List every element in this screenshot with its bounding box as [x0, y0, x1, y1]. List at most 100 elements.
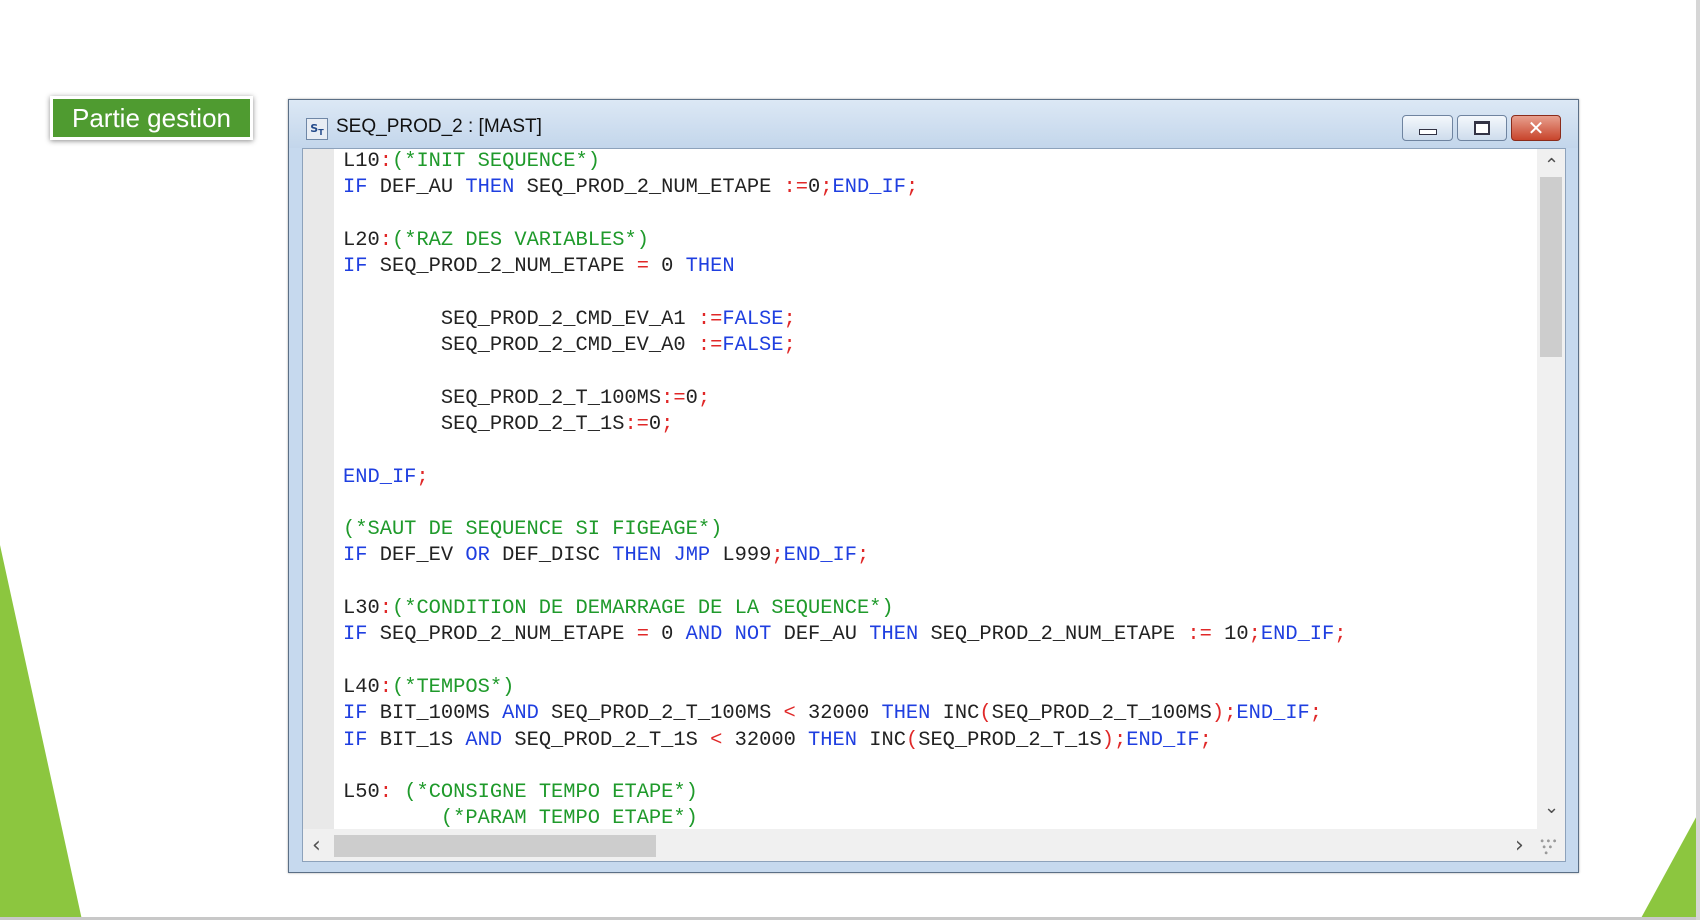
code-text: DEF_AU: [771, 623, 870, 647]
code-text: 0: [648, 255, 686, 279]
code-line[interactable]: (*PARAM TEMPO ETAPE*): [343, 806, 1463, 829]
code-line[interactable]: END_IF;: [343, 465, 1463, 491]
code-operator: ;: [697, 386, 711, 410]
code-text: SEQ_PROD_2_NUM_ETAPE: [514, 176, 784, 200]
code-line[interactable]: IF BIT_1S AND SEQ_PROD_2_T_1S < 32000 TH…: [343, 728, 1463, 754]
resize-grip-icon[interactable]: ∙∙∙ ∙∙ ∙: [1539, 837, 1558, 859]
code-operator: ;: [1334, 623, 1347, 647]
code-text: 0: [685, 386, 698, 410]
code-text: DEF_DISC: [489, 544, 613, 568]
code-operator: ;: [905, 176, 919, 200]
code-line[interactable]: [343, 438, 1463, 464]
code-text: INC: [857, 728, 906, 752]
code-operator: ): [1101, 728, 1114, 752]
code-line[interactable]: [343, 491, 1463, 517]
code-line[interactable]: SEQ_PROD_2_CMD_EV_A0 :=FALSE;: [343, 333, 1463, 359]
code-text: SEQ_PROD_2_T_1S: [918, 728, 1102, 752]
code-keyword: IF: [343, 728, 368, 752]
code-comment: (*CONSIGNE TEMPO ETAPE*): [404, 781, 698, 805]
code-keyword: THEN: [612, 544, 662, 568]
code-line[interactable]: [343, 570, 1463, 596]
code-line[interactable]: IF SEQ_PROD_2_NUM_ETAPE = 0 THEN: [343, 254, 1463, 280]
code-line[interactable]: L10:(*INIT SEQUENCE*): [343, 149, 1463, 175]
code-line[interactable]: [343, 359, 1463, 385]
code-operator: ): [1211, 702, 1225, 726]
code-operator: :=: [783, 176, 809, 200]
code-line[interactable]: SEQ_PROD_2_CMD_EV_A1 :=FALSE;: [343, 307, 1463, 333]
code-comment: (*PARAM TEMPO ETAPE*): [440, 807, 698, 829]
maximize-button[interactable]: [1457, 115, 1507, 141]
code-text: L10: [343, 150, 380, 173]
horizontal-scrollbar[interactable]: ‹ › ∙∙∙ ∙∙ ∙: [303, 829, 1565, 861]
code-line[interactable]: [343, 280, 1463, 306]
code-operator: ;: [1309, 702, 1323, 726]
st-editor-icon[interactable]: ST: [306, 118, 328, 140]
code-line[interactable]: IF BIT_100MS AND SEQ_PROD_2_T_100MS < 32…: [343, 701, 1463, 727]
scroll-up-arrow-icon[interactable]: ⌃: [1544, 157, 1559, 175]
editor-client-area[interactable]: L10:(*INIT SEQUENCE*) IF DEF_AU THEN SEQ_…: [302, 148, 1566, 862]
code-operator: <: [783, 702, 796, 726]
code-operator: :=: [1187, 623, 1212, 647]
code-text: BIT_1S: [367, 728, 466, 752]
code-text: 10: [1211, 623, 1249, 647]
code-text: 32000: [722, 728, 809, 752]
scroll-down-arrow-icon[interactable]: ⌄: [1544, 799, 1559, 817]
code-text: 32000: [795, 702, 882, 726]
code-line[interactable]: [343, 202, 1463, 228]
code-line[interactable]: [343, 649, 1463, 675]
code-text: INC: [930, 702, 980, 726]
code-operator: ;: [783, 334, 796, 358]
code-text-area[interactable]: L10:(*INIT SEQUENCE*) IF DEF_AU THEN SEQ_…: [343, 149, 1463, 829]
code-operator: (: [905, 728, 919, 752]
code-keyword: THEN: [869, 623, 919, 647]
code-line[interactable]: SEQ_PROD_2_T_1S:=0;: [343, 412, 1463, 438]
code-comment: (*CONDITION DE DEMARRAGE DE LA SEQUENCE*…: [391, 597, 894, 621]
code-keyword: END_IF: [783, 544, 858, 568]
code-line[interactable]: SEQ_PROD_2_T_100MS:=0;: [343, 386, 1463, 412]
code-operator: ;: [1114, 728, 1127, 752]
code-operator: :=: [697, 307, 723, 331]
code-comment: (*RAZ DES VARIABLES*): [391, 228, 649, 252]
code-keyword: THEN: [881, 702, 931, 726]
code-line[interactable]: IF DEF_EV OR DEF_DISC THEN JMP L999;END_…: [343, 543, 1463, 569]
code-operator: :=: [624, 412, 649, 436]
code-text: SEQ_PROD_2_T_100MS: [538, 702, 784, 726]
scroll-left-arrow-icon[interactable]: ‹: [312, 835, 321, 857]
code-text: SEQ_PROD_2_T_1S: [502, 728, 711, 752]
code-keyword: END_IF: [1126, 728, 1200, 752]
code-line[interactable]: [343, 754, 1463, 780]
code-operator: :: [379, 675, 392, 699]
code-operator: ;: [1248, 623, 1261, 647]
window-titlebar[interactable]: ST SEQ_PROD_2 : [MAST] ✕: [289, 100, 1578, 148]
code-line[interactable]: (*SAUT DE SEQUENCE SI FIGEAGE*): [343, 517, 1463, 543]
code-line[interactable]: IF SEQ_PROD_2_NUM_ETAPE = 0 AND NOT DEF_…: [343, 622, 1463, 648]
section-label: Partie gestion: [50, 96, 253, 140]
code-line[interactable]: L50: (*CONSIGNE TEMPO ETAPE*): [343, 780, 1463, 806]
code-text: SEQ_PROD_2_T_1S: [343, 412, 625, 436]
close-button[interactable]: ✕: [1511, 115, 1561, 141]
scroll-right-arrow-icon[interactable]: ›: [1515, 835, 1524, 857]
slide-right-border: [1696, 0, 1700, 920]
minimize-button[interactable]: [1402, 115, 1453, 141]
code-line[interactable]: L20:(*RAZ DES VARIABLES*): [343, 228, 1463, 254]
vertical-scroll-thumb[interactable]: [1540, 177, 1562, 357]
code-operator: :: [379, 150, 392, 173]
code-editor-window[interactable]: ST SEQ_PROD_2 : [MAST] ✕ L10:(*INIT SEQU…: [288, 99, 1579, 873]
code-keyword: THEN: [685, 255, 735, 279]
code-line[interactable]: L30:(*CONDITION DE DEMARRAGE DE LA SEQUE…: [343, 596, 1463, 622]
code-text: 0: [648, 623, 686, 647]
code-operator: ;: [1224, 702, 1237, 726]
horizontal-scroll-thumb[interactable]: [334, 835, 656, 857]
code-text: SEQ_PROD_2_T_100MS: [991, 702, 1212, 726]
code-keyword: FALSE: [722, 307, 784, 331]
vertical-scrollbar[interactable]: ⌃ ⌄: [1537, 149, 1565, 829]
code-text: SEQ_PROD_2_CMD_EV_A1: [343, 307, 698, 331]
code-operator: =: [636, 623, 649, 647]
code-line[interactable]: IF DEF_AU THEN SEQ_PROD_2_NUM_ETAPE :=0;…: [343, 175, 1463, 201]
code-line[interactable]: L40:(*TEMPOS*): [343, 675, 1463, 701]
code-operator: (: [979, 702, 992, 726]
code-operator: :: [379, 781, 392, 805]
